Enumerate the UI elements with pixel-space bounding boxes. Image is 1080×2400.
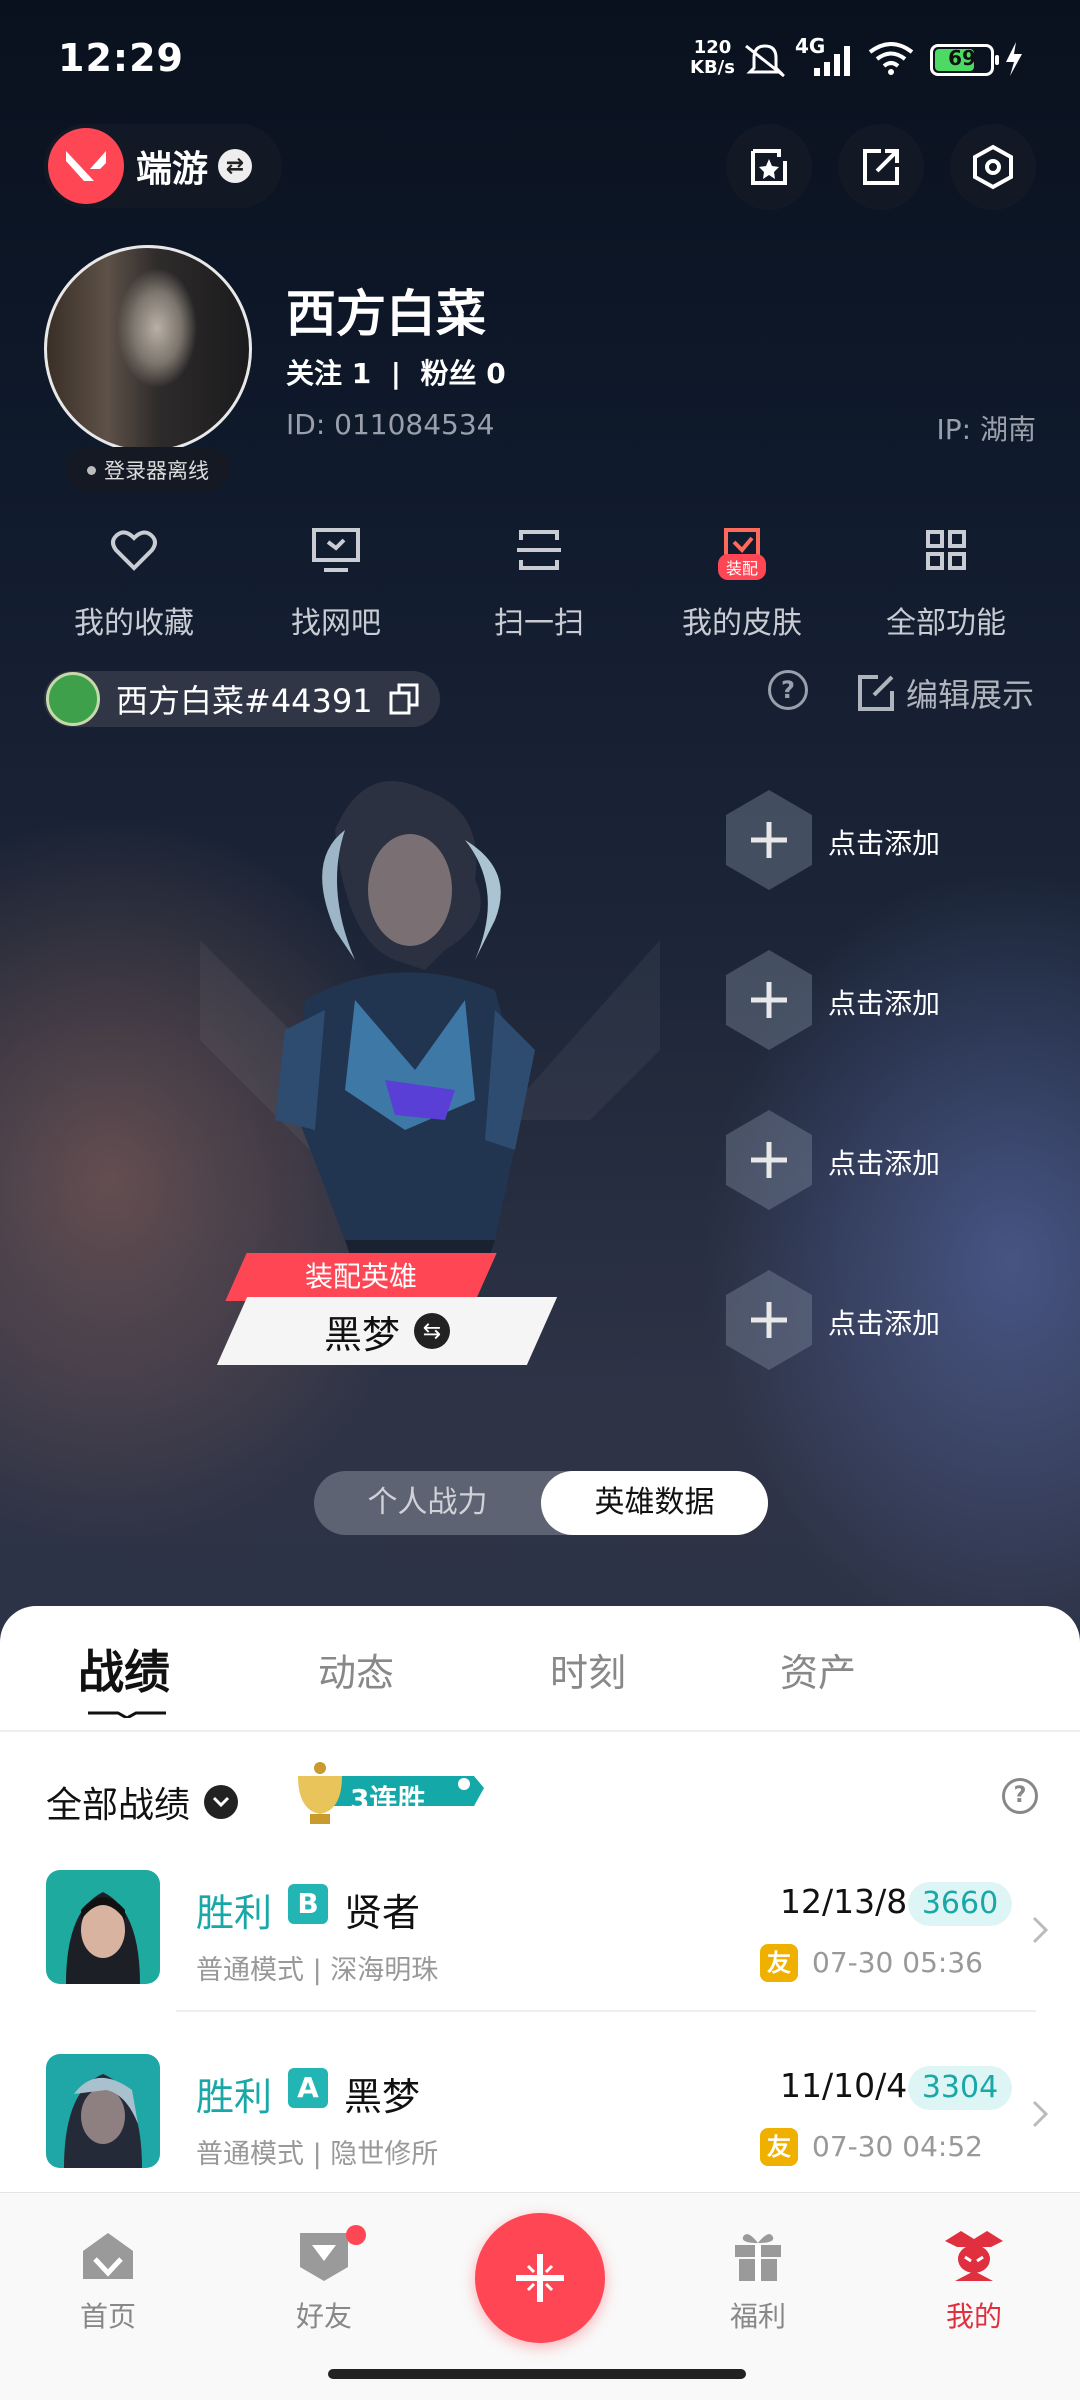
plus-hex-icon xyxy=(726,790,812,890)
chevron-right-icon xyxy=(1032,2100,1048,2128)
follow-stats[interactable]: 关注 1 | 粉丝 0 xyxy=(286,352,506,392)
skin-badge: 装配 xyxy=(718,554,767,580)
launcher-status: 登录器离线 xyxy=(66,447,230,493)
stats-toggle[interactable]: 个人战力 英雄数据 xyxy=(314,1471,768,1535)
my-skins-button[interactable]: 装配 我的皮肤 xyxy=(662,518,822,642)
nav-me[interactable]: 我的 xyxy=(904,2223,1044,2335)
records-filter[interactable]: 全部战绩 xyxy=(46,1776,239,1828)
edit-icon xyxy=(858,675,894,711)
rank-badge: A xyxy=(288,2068,328,2108)
signal-icon xyxy=(814,46,850,76)
toggle-personal-power[interactable]: 个人战力 xyxy=(314,1471,541,1535)
card-add-button[interactable] xyxy=(726,124,812,210)
equip-hero-label: 装配英雄 xyxy=(225,1253,497,1301)
chevron-right-icon xyxy=(1032,1916,1048,1944)
valorant-logo-icon xyxy=(48,128,124,204)
player-card-avatar xyxy=(46,672,100,726)
favorites-button[interactable]: 我的收藏 xyxy=(54,518,214,642)
plus-hex-icon xyxy=(726,1110,812,1210)
copy-icon[interactable] xyxy=(389,683,419,715)
battery-indicator: 69 xyxy=(930,44,999,76)
card-star-icon xyxy=(751,149,787,185)
wifi-icon xyxy=(868,42,914,75)
home-indicator xyxy=(328,2369,746,2379)
notification-dot xyxy=(346,2225,366,2245)
grid-icon xyxy=(926,530,966,570)
mute-icon xyxy=(745,44,785,78)
nav-friends[interactable]: 好友 xyxy=(254,2223,394,2335)
home-icon xyxy=(83,2233,133,2279)
gift-icon xyxy=(735,2234,781,2281)
toggle-hero-data[interactable]: 英雄数据 xyxy=(541,1471,768,1535)
status-time: 12:29 xyxy=(58,36,184,80)
tab-assets[interactable]: 资产 xyxy=(780,1642,856,1697)
find-netcafe-button[interactable]: 找网吧 xyxy=(256,518,416,642)
agent-portrait xyxy=(275,781,535,1330)
match-row[interactable]: 胜利 B 贤者 普通模式 | 深海明珠 12/13/8 3660 友 07-30… xyxy=(0,1860,1080,2040)
add-slot-1[interactable] xyxy=(724,788,814,892)
create-button[interactable] xyxy=(475,2213,605,2343)
hero-name: 黑梦 xyxy=(323,1312,400,1357)
nav-home[interactable]: 首页 xyxy=(38,2223,178,2335)
plus-hex-icon xyxy=(726,950,812,1050)
profile-icon xyxy=(945,2231,1003,2281)
settings-button[interactable] xyxy=(950,124,1036,210)
add-slot-label[interactable]: 点击添加 xyxy=(828,822,940,862)
agent-avatar-reyna xyxy=(46,2054,160,2168)
share-button[interactable] xyxy=(838,124,924,210)
riot-id-pill[interactable]: 西方白菜#44391 xyxy=(44,671,440,727)
tab-indicator xyxy=(88,1711,166,1718)
help-icon[interactable]: ? xyxy=(1002,1778,1038,1814)
user-id: ID: 011084534 xyxy=(286,408,495,441)
swap-icon: ⇄ xyxy=(218,149,253,183)
tab-moments[interactable]: 时刻 xyxy=(550,1642,626,1697)
friends-icon xyxy=(300,2233,348,2281)
tab-bar: 战绩 动态 时刻 资产 xyxy=(0,1606,1080,1732)
all-features-button[interactable]: 全部功能 xyxy=(866,518,1026,642)
score-badge: 3304 xyxy=(908,2066,1012,2110)
monitor-icon xyxy=(312,528,360,572)
score-badge: 3660 xyxy=(908,1882,1012,1926)
add-slot-label[interactable]: 点击添加 xyxy=(828,1142,940,1182)
profile-name: 西方白菜 xyxy=(286,285,486,343)
agent-avatar-sage xyxy=(46,1870,160,1984)
scan-icon xyxy=(517,530,561,570)
avatar[interactable] xyxy=(44,245,252,453)
nav-benefits[interactable]: 福利 xyxy=(688,2223,828,2335)
swap-icon: ⇆ xyxy=(414,1313,450,1349)
add-slot-label[interactable]: 点击添加 xyxy=(828,1302,940,1342)
add-slot-3[interactable] xyxy=(724,1108,814,1212)
win-streak-badge: 3连胜 xyxy=(288,1758,488,1828)
hero-switch-button[interactable]: 黑梦 ⇆ xyxy=(216,1297,558,1365)
plus-icon xyxy=(516,2254,564,2302)
plus-hex-icon xyxy=(726,1270,812,1370)
friend-badge: 友 xyxy=(760,1944,798,1982)
tab-records[interactable]: 战绩 xyxy=(78,1636,170,1702)
add-slot-label[interactable]: 点击添加 xyxy=(828,982,940,1022)
tab-feed[interactable]: 动态 xyxy=(318,1642,394,1697)
chevron-down-icon xyxy=(204,1785,239,1819)
riot-id: 西方白菜#44391 xyxy=(116,682,373,720)
charging-icon xyxy=(1006,42,1022,76)
mode-switcher[interactable]: 端游 ⇄ xyxy=(44,124,282,208)
edit-display-button[interactable]: 编辑展示 xyxy=(856,670,1034,716)
bottom-nav: 首页 好友 福利 我的 xyxy=(0,2192,1080,2400)
network-speed: 120 KB/s xyxy=(690,37,735,78)
friend-badge: 友 xyxy=(760,2128,798,2166)
scan-button[interactable]: 扫一扫 xyxy=(459,518,619,642)
add-slot-4[interactable] xyxy=(724,1268,814,1372)
rank-badge: B xyxy=(288,1884,328,1924)
heart-icon xyxy=(111,530,157,571)
settings-hex-icon xyxy=(973,144,1013,190)
ip-location: IP: 湖南 xyxy=(936,413,1036,446)
share-icon xyxy=(863,149,899,185)
add-slot-2[interactable] xyxy=(724,948,814,1052)
mode-label: 端游 xyxy=(136,149,209,190)
divider xyxy=(176,2010,1036,2012)
help-icon[interactable]: ? xyxy=(768,670,808,710)
